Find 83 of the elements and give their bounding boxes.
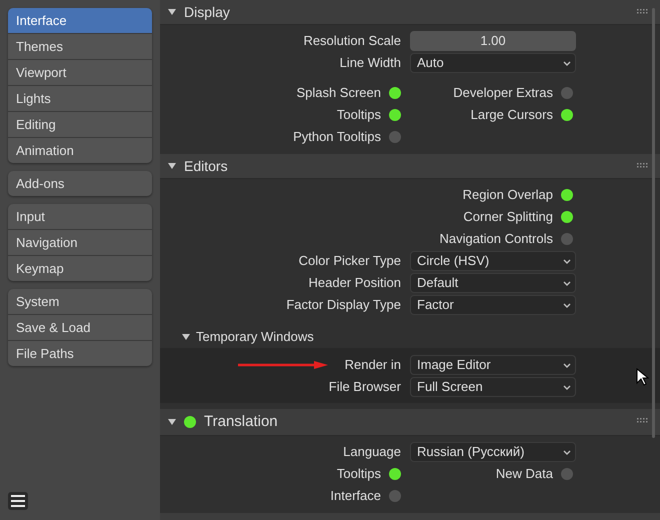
sidebar-item[interactable]: Interface: [8, 8, 152, 33]
drag-handle-icon[interactable]: [637, 9, 648, 14]
mouse-cursor-icon: [636, 368, 649, 386]
field-label: Line Width: [340, 54, 401, 72]
dropdown-value: Circle (HSV): [417, 252, 490, 270]
sidebar-item[interactable]: System: [8, 289, 152, 314]
chevron-down-icon: [563, 384, 571, 390]
chevron-down-icon: [563, 302, 571, 308]
sidebar-item[interactable]: Navigation: [8, 230, 152, 255]
chevron-down-icon: [563, 450, 571, 454]
sidebar-item[interactable]: Animation: [8, 138, 152, 163]
field-label: Factor Display Type: [286, 296, 401, 314]
toggle-switch[interactable]: [561, 468, 573, 480]
field-label: Language: [343, 443, 401, 462]
dropdown-value: Default: [417, 274, 458, 292]
toggle-switch[interactable]: [389, 131, 401, 143]
toggle-label: Tooltips: [336, 465, 381, 484]
field-label: File Browser: [328, 378, 401, 396]
field-label: Header Position: [308, 274, 401, 292]
menu-icon[interactable]: [8, 492, 28, 510]
toggle-switch[interactable]: [561, 233, 573, 245]
sidebar-item[interactable]: Lights: [8, 86, 152, 111]
sidebar-item[interactable]: Editing: [8, 112, 152, 137]
sidebar-item[interactable]: Add-ons: [8, 171, 152, 196]
dropdown-value: Full Screen: [417, 378, 483, 396]
subpanel-title[interactable]: Temporary Windows: [196, 326, 314, 346]
toggle-switch[interactable]: [561, 189, 573, 201]
toggle-switch[interactable]: [389, 468, 401, 480]
drag-handle-icon[interactable]: [637, 163, 648, 168]
number-field[interactable]: 1.00: [410, 31, 576, 51]
disclosure-triangle-icon[interactable]: [168, 418, 176, 426]
dropdown[interactable]: Full Screen: [410, 377, 576, 397]
enable-checkbox[interactable]: [184, 416, 196, 428]
toggle-label: Developer Extras: [453, 84, 553, 102]
dropdown-value: Russian (Русский): [417, 443, 524, 462]
chevron-down-icon: [563, 60, 571, 66]
panel-title: Editors: [184, 156, 228, 176]
toggle-label: Python Tooltips: [293, 128, 381, 146]
toggle-label: Corner Splitting: [463, 208, 553, 226]
toggle-switch[interactable]: [561, 87, 573, 99]
field-label: Color Picker Type: [298, 252, 401, 270]
disclosure-triangle-icon[interactable]: [168, 162, 176, 170]
toggle-label: Tooltips: [336, 106, 381, 124]
sidebar-item[interactable]: Themes: [8, 34, 152, 59]
drag-handle-icon[interactable]: [637, 418, 648, 423]
chevron-down-icon: [563, 362, 571, 368]
disclosure-triangle-icon[interactable]: [168, 8, 176, 16]
panel-header[interactable]: Editors: [160, 154, 660, 179]
dropdown[interactable]: Factor: [410, 295, 576, 315]
panel-title: Translation: [204, 412, 278, 432]
sidebar-item[interactable]: Save & Load: [8, 315, 152, 340]
toggle-label: Region Overlap: [462, 186, 553, 204]
panel-title: Display: [184, 2, 230, 22]
panel-header[interactable]: Translation: [160, 409, 660, 436]
dropdown[interactable]: Russian (Русский): [410, 442, 576, 462]
chevron-down-icon: [563, 280, 571, 286]
sidebar-item[interactable]: Viewport: [8, 60, 152, 85]
dropdown[interactable]: Circle (HSV): [410, 251, 576, 271]
toggle-label: Navigation Controls: [440, 230, 553, 248]
dropdown[interactable]: Image Editor: [410, 355, 576, 375]
toggle-switch[interactable]: [389, 490, 401, 502]
toggle-switch[interactable]: [389, 87, 401, 99]
dropdown[interactable]: Auto: [410, 53, 576, 73]
toggle-label: Splash Screen: [296, 84, 381, 102]
chevron-down-icon: [563, 258, 571, 264]
toggle-label: Interface: [330, 487, 381, 506]
dropdown-value: Factor: [417, 296, 454, 314]
toggle-label: New Data: [496, 465, 553, 484]
toggle-switch[interactable]: [389, 109, 401, 121]
dropdown-value: Auto: [417, 54, 444, 72]
field-label: Render in: [344, 356, 401, 374]
disclosure-triangle-icon[interactable]: [182, 332, 190, 340]
sidebar-item[interactable]: Input: [8, 204, 152, 229]
dropdown[interactable]: Default: [410, 273, 576, 293]
sidebar-item[interactable]: File Paths: [8, 341, 152, 366]
panel-header[interactable]: Display: [160, 0, 660, 25]
dropdown-value: Image Editor: [417, 356, 491, 374]
field-label: Resolution Scale: [303, 32, 401, 50]
toggle-switch[interactable]: [561, 109, 573, 121]
toggle-label: Large Cursors: [470, 106, 553, 124]
toggle-switch[interactable]: [561, 211, 573, 223]
scrollbar[interactable]: [652, 8, 655, 438]
sidebar-item[interactable]: Keymap: [8, 256, 152, 281]
